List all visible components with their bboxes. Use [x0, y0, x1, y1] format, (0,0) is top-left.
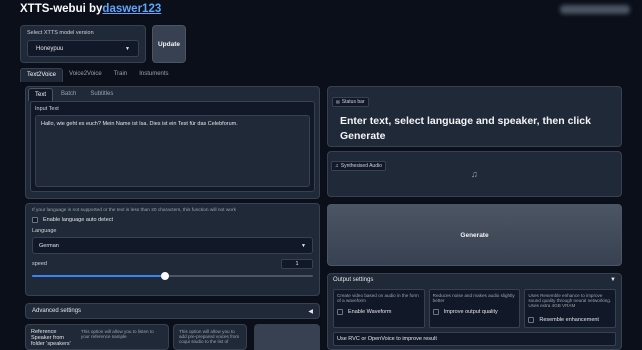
coqui-voices-desc: This option will allow you to add pre-pr… [179, 329, 240, 344]
generate-button[interactable]: Generate [327, 204, 622, 266]
speed-slider-fill [32, 275, 165, 277]
synthesised-audio-tag-text: Synthesised Audio [340, 163, 382, 169]
output-settings-label: Output settings [333, 277, 374, 283]
tab-text[interactable]: Text [28, 88, 54, 101]
language-value: German [39, 242, 59, 249]
tab-voice2voice[interactable]: Voice2Voice [63, 68, 108, 82]
output-options-row: Create video based on audio in the form … [333, 289, 617, 328]
auto-detect-row[interactable]: Enable language auto detect [32, 217, 313, 223]
quality-check-row[interactable]: Improve output quality [432, 309, 517, 315]
tab-batch[interactable]: Batch [53, 88, 84, 101]
reference-speaker-panel: Reference Speaker from folder 'speakers'… [25, 324, 169, 350]
quality-option: Reduces noise and makes audio slightly b… [428, 289, 521, 328]
author-link[interactable]: daswer123 [102, 3, 161, 15]
model-version-value: Honeypuu [36, 45, 64, 52]
tab-text2voice[interactable]: Text2Voice [20, 68, 64, 82]
advanced-settings-accordion[interactable]: Advanced settings ◀ [25, 303, 320, 319]
output-settings-header[interactable]: Output settings ▼ [333, 277, 616, 283]
input-text-value: Hallo, wie geht es euch? Mein Name ist I… [41, 121, 238, 127]
status-bar-panel: ▤ Status bar Enter text, select language… [327, 86, 622, 147]
model-version-dropdown[interactable]: Honeypuu ▼ [27, 40, 139, 57]
auto-detect-checkbox[interactable] [32, 217, 38, 223]
language-label: Language [32, 228, 57, 234]
speaker-preview-area[interactable] [254, 324, 320, 350]
synthesised-audio-panel: ♫ Synthesised Audio ♫ [327, 151, 622, 197]
sub-tabs: Text Batch Subtitles [26, 87, 319, 101]
resemble-label: Resemble enhancement [539, 317, 599, 323]
speed-slider[interactable] [32, 272, 313, 280]
speed-label: speed [32, 261, 47, 267]
rvc-label: Use RVC or OpenVoice to improve result [337, 336, 437, 342]
status-message: Enter text, select language and speaker,… [340, 115, 591, 142]
synthesised-audio-tag: ♫ Synthesised Audio [331, 161, 386, 171]
language-note: If your language is not supported or the… [32, 208, 236, 213]
quality-desc: Reduces noise and makes audio slightly b… [432, 293, 515, 303]
coqui-voices-panel: This option will allow you to add pre-pr… [173, 324, 247, 350]
info-icon: ▤ [336, 99, 340, 104]
input-text-label: Input Text [35, 106, 59, 112]
reference-speaker-desc: This option will allow you to listen to … [80, 329, 154, 339]
language-panel: If your language is not supported or the… [25, 203, 320, 296]
chevron-down-icon: ▼ [610, 277, 616, 283]
main-tabs: Text2Voice Voice2Voice Train Instuments [20, 68, 320, 82]
chevron-left-icon: ◀ [308, 308, 313, 315]
text-input-panel: Text Batch Subtitles Input Text Hallo, w… [25, 86, 320, 199]
waveform-option: Create video based on audio in the form … [333, 289, 425, 328]
chevron-down-icon: ▼ [125, 45, 130, 52]
blurred-header-text [560, 5, 630, 14]
music-note-icon: ♫ [335, 163, 339, 169]
model-version-label: Select XTTS model version [27, 30, 94, 36]
tab-subtitles[interactable]: Subtitles [84, 88, 119, 101]
update-button[interactable]: Update [152, 25, 186, 63]
audio-placeholder-icon: ♫ [471, 169, 478, 179]
output-settings-panel: Output settings ▼ Create video based on … [327, 273, 622, 350]
input-text-area[interactable]: Hallo, wie geht es euch? Mein Name ist I… [35, 115, 310, 187]
rvc-option[interactable]: Use RVC or OpenVoice to improve result [333, 332, 616, 346]
resemble-desc: Uses Resemble enhance to improve sound q… [528, 293, 612, 308]
waveform-label: Enable Waveform [348, 309, 392, 315]
quality-checkbox[interactable] [432, 309, 439, 315]
tab-instruments[interactable]: Instuments [133, 68, 174, 82]
auto-detect-label: Enable language auto detect [43, 217, 114, 223]
app-title: XTTS-webui by [20, 3, 103, 15]
quality-label: Improve output quality [443, 309, 498, 315]
input-text-block: Input Text Hallo, wie geht es euch? Mein… [30, 101, 315, 192]
resemble-checkbox[interactable] [528, 317, 535, 323]
resemble-option: Uses Resemble enhance to improve sound q… [524, 289, 617, 328]
waveform-check-row[interactable]: Enable Waveform [337, 309, 421, 315]
resemble-check-row[interactable]: Resemble enhancement [528, 317, 612, 323]
waveform-desc: Create video based on audio in the form … [337, 293, 419, 303]
tab-train[interactable]: Train [108, 68, 133, 82]
app-header: XTTS-webui bydaswer123 [20, 3, 161, 15]
model-selector-panel: Select XTTS model version Honeypuu ▼ [20, 25, 146, 63]
reference-speaker-label: Reference Speaker from folder 'speakers' [31, 329, 71, 347]
speed-header: speed 1 [32, 259, 313, 269]
language-dropdown[interactable]: German ▼ [32, 237, 313, 254]
status-bar-tag-text: Status bar [341, 98, 365, 105]
status-bar-tag: ▤ Status bar [332, 96, 369, 107]
speed-number-input[interactable]: 1 [281, 259, 313, 269]
speed-slider-thumb[interactable] [161, 272, 170, 280]
advanced-settings-label: Advanced settings [32, 308, 82, 314]
chevron-down-icon: ▼ [301, 242, 306, 249]
waveform-checkbox[interactable] [337, 309, 343, 315]
